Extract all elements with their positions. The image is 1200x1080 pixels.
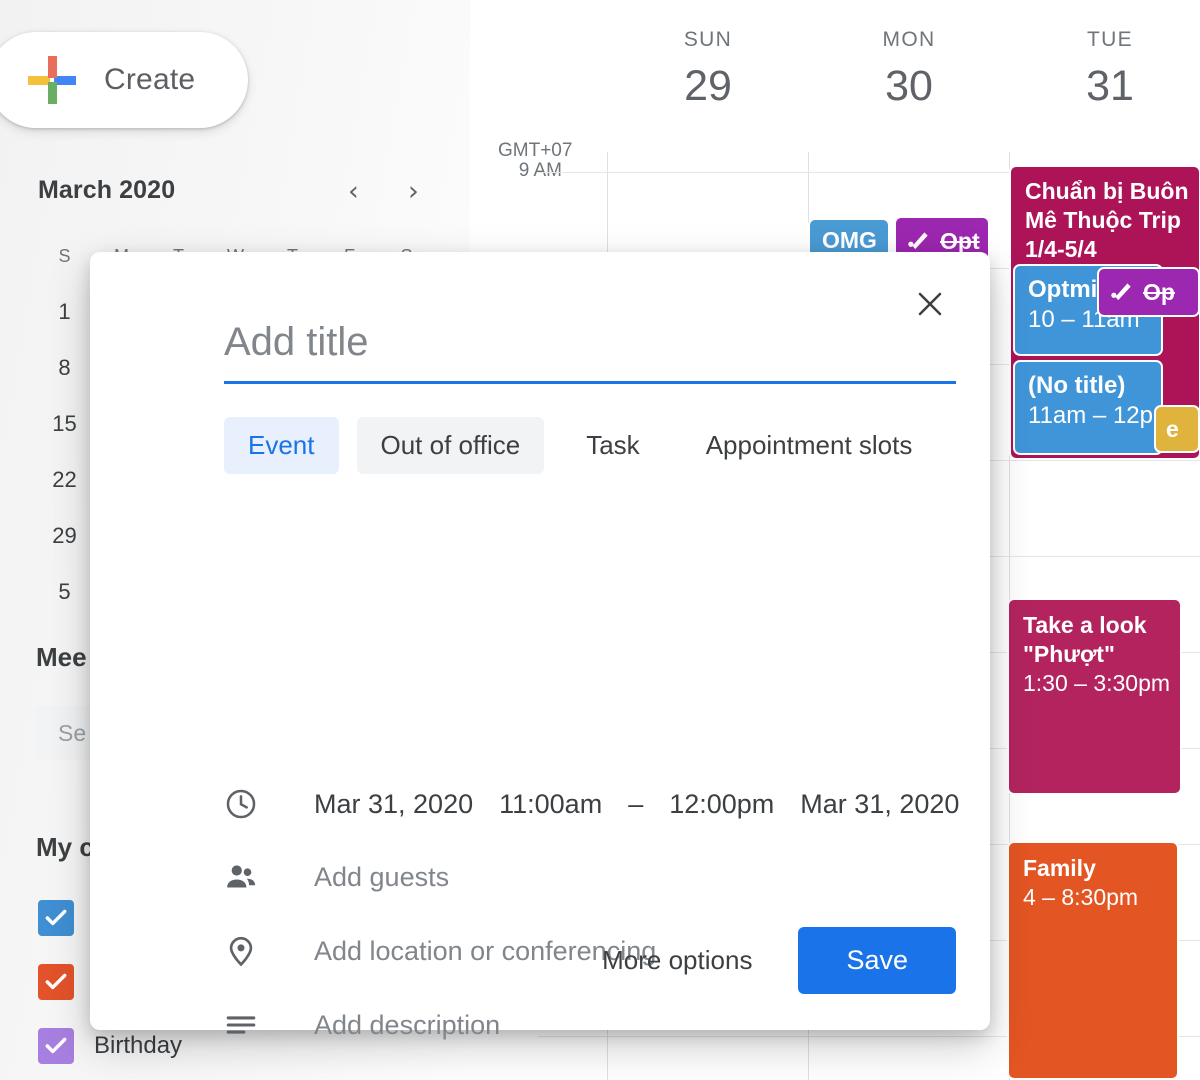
calendar-checkbox[interactable]	[38, 1028, 74, 1064]
end-time-button[interactable]: 12:00pm	[669, 789, 774, 820]
description-placeholder: Add description	[314, 1009, 501, 1040]
tab-event[interactable]: Event	[224, 417, 339, 474]
calendar-event-chip[interactable]: Take a look "Phượt" 1:30 – 3:30pm	[1007, 598, 1182, 795]
mini-calendar-prev-icon[interactable]: ‹	[348, 176, 359, 207]
calendar-task-chip[interactable]: Op	[1097, 267, 1200, 317]
time-gutter-label: 9 AM	[518, 160, 562, 181]
timezone-label: GMT+07	[498, 140, 573, 161]
day-of-week-label: MON	[882, 28, 936, 51]
event-title-field-wrapper	[224, 320, 956, 384]
day-column-header-tue[interactable]: TUE 31	[1010, 28, 1200, 111]
dialog-footer: More options Save	[590, 927, 956, 994]
event-when-row: Mar 31, 2020 11:00am – 12:00pm Mar 31, 2…	[224, 787, 959, 821]
description-lines-icon	[224, 1008, 270, 1042]
event-time: 4 – 8:30pm	[1023, 883, 1139, 910]
event-title: Chuẩn bị Buôn Mê Thuộc Trip 1/4-5/4	[1025, 178, 1189, 262]
start-time-button[interactable]: 11:00am	[499, 789, 602, 820]
event-title-input[interactable]	[224, 320, 956, 384]
task-check-icon	[1111, 283, 1131, 301]
event-time: 1:30 – 3:30pm	[1023, 669, 1171, 696]
calendar-event-chip[interactable]: e	[1154, 405, 1200, 453]
calendar-list-item-label: Birthday	[94, 1032, 183, 1059]
task-check-icon	[908, 232, 928, 250]
mini-date-cell[interactable]: 15	[36, 411, 93, 437]
day-column-header-mon[interactable]: MON 30	[809, 28, 1009, 111]
my-calendars-heading: My c	[36, 832, 94, 862]
day-number-label: 30	[885, 62, 933, 110]
time-range-separator: –	[628, 788, 644, 819]
event-guests-row[interactable]: Add guests	[224, 860, 449, 894]
clock-icon	[224, 787, 270, 821]
check-icon	[45, 1037, 67, 1054]
guests-placeholder: Add guests	[314, 861, 450, 892]
event-title: Take a look "Phượt"	[1023, 612, 1147, 667]
calendar-event-chip[interactable]: Family 4 – 8:30pm	[1007, 841, 1179, 1080]
check-icon	[45, 973, 67, 990]
day-number-label: 29	[684, 62, 732, 110]
tab-appointment-slots[interactable]: Appointment slots	[682, 417, 937, 474]
mini-date-cell[interactable]: 22	[36, 467, 93, 493]
mini-date-cell[interactable]: 8	[36, 355, 93, 381]
mini-date-cell[interactable]: 29	[36, 523, 93, 549]
event-description-row[interactable]: Add description	[224, 1008, 500, 1042]
mini-calendar-month-label: March 2020	[38, 176, 176, 204]
day-of-week-label: TUE	[1087, 28, 1133, 51]
start-date-button[interactable]: Mar 31, 2020	[314, 789, 473, 820]
event-time: 11am – 12p	[1028, 402, 1153, 429]
meet-section-heading: Mee	[36, 642, 87, 672]
check-icon	[45, 909, 67, 926]
day-of-week-label: SUN	[683, 28, 733, 51]
calendar-checkbox[interactable]	[38, 964, 74, 1000]
calendar-checkbox[interactable]	[38, 900, 74, 936]
mini-calendar-next-icon[interactable]: ›	[408, 176, 419, 207]
create-button[interactable]: Create	[0, 32, 248, 128]
calendar-event-chip[interactable]: (No title) 11am – 12p	[1013, 360, 1163, 455]
end-date-button[interactable]: Mar 31, 2020	[800, 789, 959, 820]
mini-date-cell[interactable]: 1	[36, 299, 93, 325]
event-title: e	[1166, 416, 1179, 442]
when-values: Mar 31, 2020 11:00am – 12:00pm Mar 31, 2…	[314, 789, 959, 820]
tab-out-of-office[interactable]: Out of office	[356, 417, 545, 474]
event-type-tabs: Event Out of office Task Appointment slo…	[224, 417, 936, 474]
event-title: Family	[1023, 855, 1096, 881]
create-button-label: Create	[104, 63, 196, 96]
quick-create-event-dialog: Event Out of office Task Appointment slo…	[90, 252, 990, 1040]
more-options-button[interactable]: More options	[590, 935, 764, 986]
tab-task[interactable]: Task	[562, 417, 663, 474]
day-number-label: 31	[1086, 62, 1134, 110]
location-pin-icon	[224, 934, 270, 968]
task-title: Op	[1143, 278, 1175, 305]
people-icon	[224, 860, 270, 894]
mini-date-cell[interactable]: 5	[36, 579, 93, 605]
calendar-app-window: Create March 2020 ‹ › S M T W T F S 1	[0, 0, 1200, 1080]
google-plus-icon	[28, 56, 76, 104]
save-button[interactable]: Save	[798, 927, 956, 994]
event-title: (No title)	[1028, 372, 1126, 399]
day-column-header-sun[interactable]: SUN 29	[608, 28, 808, 111]
close-icon	[918, 292, 942, 316]
mini-dow: S	[58, 245, 71, 266]
event-title: OMG	[822, 227, 877, 253]
